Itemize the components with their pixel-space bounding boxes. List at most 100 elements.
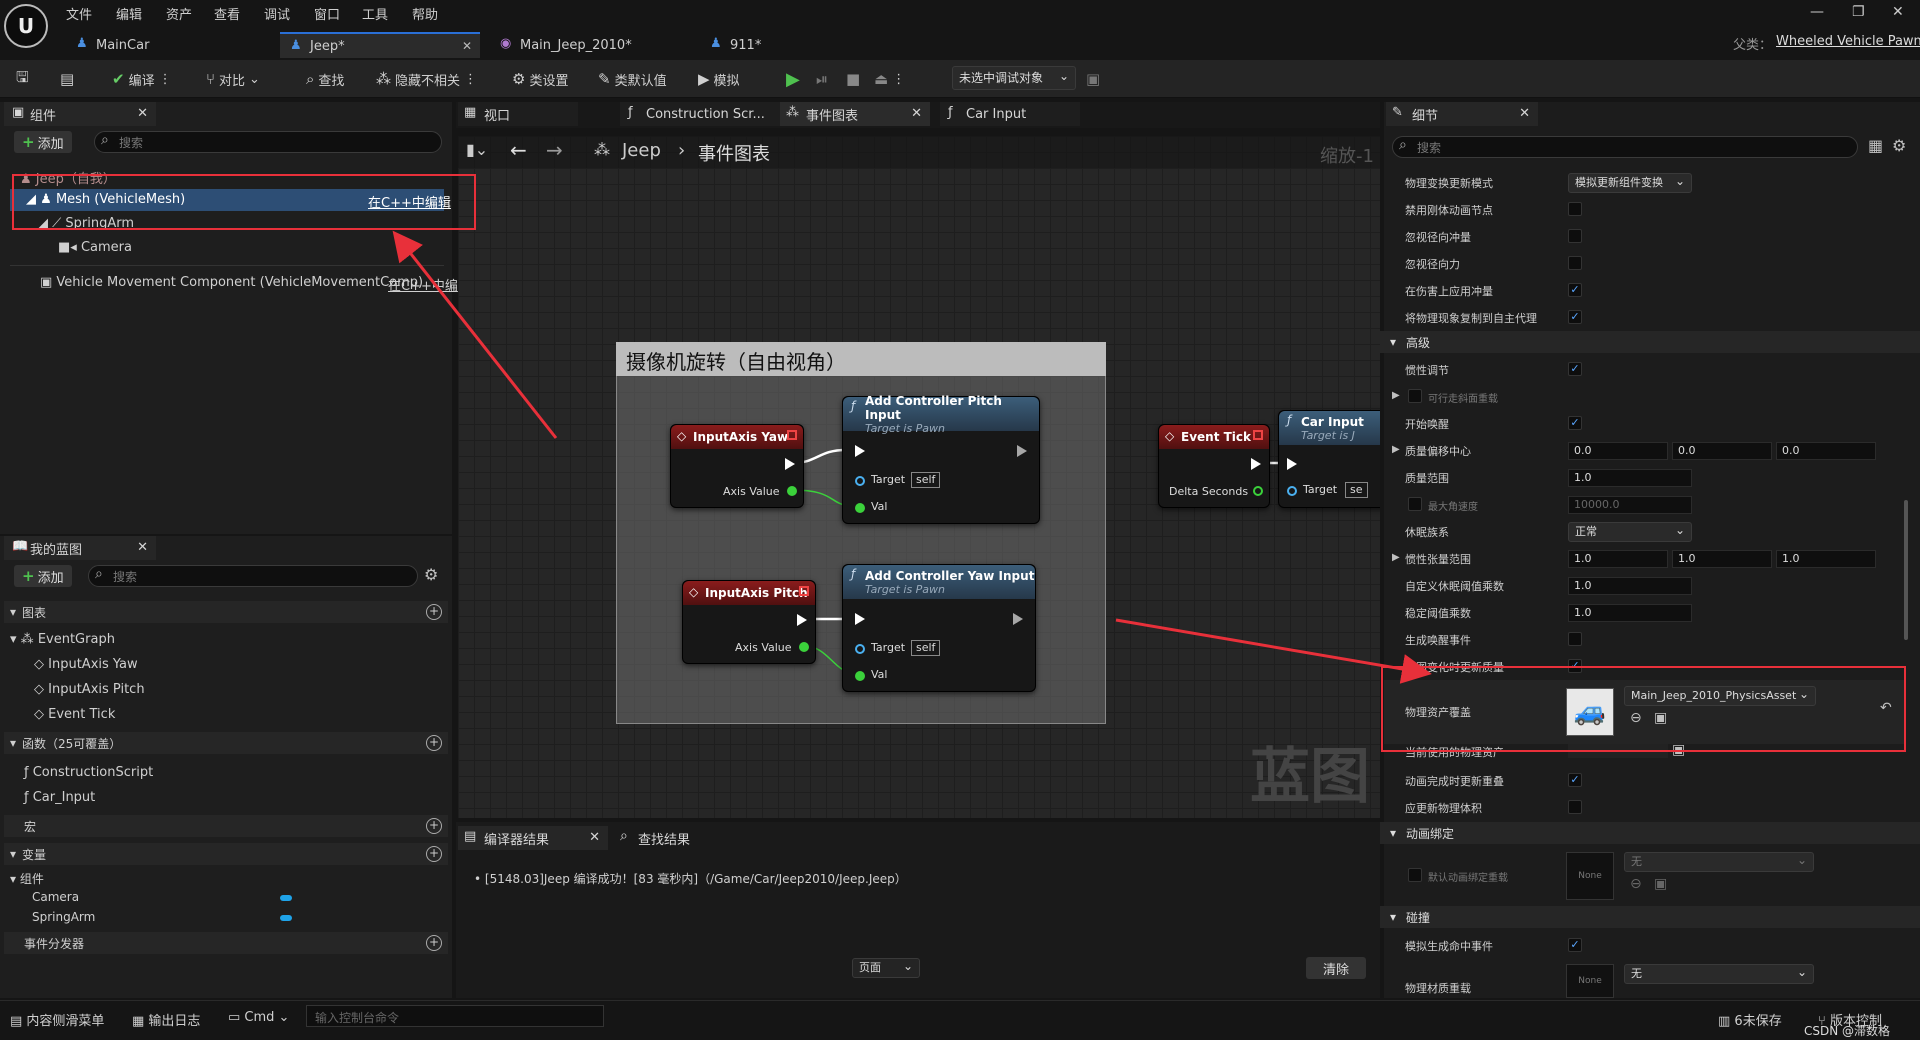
variables-components-group[interactable]: ▾ 组件 xyxy=(10,870,44,887)
property-checkbox[interactable]: ✓ xyxy=(1568,310,1582,324)
mass-scale-field[interactable]: 1.0 xyxy=(1568,469,1692,487)
tab-maincar[interactable]: ♟ MainCar xyxy=(66,32,276,58)
console-input[interactable]: 输入控制台命令 xyxy=(306,1005,604,1027)
max-ang-vel-field[interactable]: 10000.0 xyxy=(1568,496,1692,514)
exec-out-pin[interactable] xyxy=(1251,458,1261,470)
tab-construction-script[interactable]: ƒ Construction Scr... xyxy=(620,102,780,126)
event-item[interactable]: ◇ InputAxis Pitch xyxy=(34,682,145,697)
menu-item[interactable]: 帮助 xyxy=(412,4,438,23)
details-search-input[interactable]: 搜索 xyxy=(1392,136,1858,158)
menu-item[interactable]: 编辑 xyxy=(116,4,142,23)
tab-jeep[interactable]: ♟ Jeep* ✕ xyxy=(280,32,480,58)
variable-item[interactable]: Camera xyxy=(32,890,79,904)
float-out-pin[interactable] xyxy=(787,486,797,496)
delegate-pin-icon[interactable] xyxy=(787,430,797,440)
add-component-button[interactable]: + 添加 xyxy=(14,131,72,153)
menu-item[interactable]: 文件 xyxy=(66,4,92,23)
save-button[interactable]: 🖫 xyxy=(16,68,29,90)
close-tab-icon[interactable]: ✕ xyxy=(137,540,148,555)
exec-out-pin[interactable] xyxy=(797,614,807,626)
use-selected-icon[interactable]: ⊖ xyxy=(1630,876,1642,892)
play-button[interactable]: ▶ xyxy=(786,68,800,90)
components-search-input[interactable]: 搜索 xyxy=(94,131,442,153)
node-inputaxis-pitch[interactable]: InputAxis Pitch ◇ Axis Value xyxy=(682,580,816,664)
expand-arrow-icon[interactable]: ▶ xyxy=(1392,390,1400,401)
exec-in-pin[interactable] xyxy=(1287,458,1297,470)
event-graph-item[interactable]: ▾ ⁂ EventGraph xyxy=(10,632,115,647)
components-tab[interactable]: ▣ 组件 ✕ xyxy=(4,102,156,126)
delegate-pin-icon[interactable] xyxy=(799,586,809,596)
tab-viewport[interactable]: ▦ 视口 xyxy=(458,102,578,126)
eject-button[interactable]: ⏏ ⋮ xyxy=(874,68,905,90)
add-macro-icon[interactable]: + xyxy=(426,818,442,834)
output-log-button[interactable]: ▦ 输出日志 xyxy=(132,1010,200,1029)
inertia-y-field[interactable]: 1.0 xyxy=(1672,550,1772,568)
function-item[interactable]: ƒ ConstructionScript xyxy=(24,765,153,780)
property-checkbox[interactable] xyxy=(1568,202,1582,216)
menu-item[interactable]: 窗口 xyxy=(314,4,340,23)
edit-in-cpp-link-2[interactable]: 在C++中编 xyxy=(388,275,458,294)
dispatchers-section[interactable]: 事件分发器 xyxy=(4,932,448,954)
object-in-pin[interactable] xyxy=(1287,486,1297,496)
close-tab-icon[interactable]: ✕ xyxy=(1519,106,1530,121)
inertia-cond-checkbox[interactable]: ✓ xyxy=(1568,362,1582,376)
self-pin-value[interactable]: se xyxy=(1345,482,1368,498)
exec-out-pin[interactable] xyxy=(785,458,795,470)
content-drawer-button[interactable]: ▤ 内容侧滑菜单 xyxy=(10,1010,104,1029)
menu-item[interactable]: 调试 xyxy=(264,4,290,23)
add-variable-icon[interactable]: + xyxy=(426,846,442,862)
details-tab[interactable]: ✎ 细节 ✕ xyxy=(1386,102,1538,126)
node-car-input[interactable]: Car Input Target is J ƒ Target se xyxy=(1278,410,1380,508)
exec-out-pin[interactable] xyxy=(1013,613,1023,625)
add-member-button[interactable]: + 添加 xyxy=(14,565,72,587)
macros-section[interactable]: 宏 xyxy=(4,815,448,837)
start-awake-checkbox[interactable]: ✓ xyxy=(1568,416,1582,430)
event-item[interactable]: ◇ InputAxis Yaw xyxy=(34,657,138,672)
my-blueprint-search-input[interactable]: 搜索 xyxy=(88,565,418,587)
self-pin-value[interactable]: self xyxy=(911,472,941,488)
inertia-z-field[interactable]: 1.0 xyxy=(1776,550,1876,568)
component-vehicle-movement[interactable]: ▣ Vehicle Movement Component (VehicleMov… xyxy=(40,275,423,290)
node-inputaxis-yaw[interactable]: InputAxis Yaw ◇ Axis Value xyxy=(670,424,804,508)
unsaved-button[interactable]: ▥ 6未保存 xyxy=(1718,1010,1782,1029)
tab-car-input[interactable]: ƒ Car Input xyxy=(940,102,1080,126)
com-y-field[interactable]: 0.0 xyxy=(1672,442,1772,460)
stab-mult-field[interactable]: 1.0 xyxy=(1568,604,1692,622)
node-add-controller-pitch[interactable]: Add Controller Pitch Input Target is Pawn… xyxy=(842,394,1040,524)
details-scrollbar[interactable] xyxy=(1904,500,1908,640)
exec-in-pin[interactable] xyxy=(855,613,865,625)
phys-mat-thumbnail[interactable]: None xyxy=(1566,964,1614,998)
com-z-field[interactable]: 0.0 xyxy=(1776,442,1876,460)
simulate-button[interactable]: ▶ 模拟 xyxy=(698,68,740,90)
gear-icon[interactable]: ⚙ xyxy=(424,565,438,584)
object-in-pin[interactable] xyxy=(855,476,865,486)
property-checkbox[interactable] xyxy=(1568,229,1582,243)
graphs-section[interactable]: ▾ 图表 xyxy=(4,601,448,623)
add-function-icon[interactable]: + xyxy=(426,735,442,751)
event-item[interactable]: ◇ Event Tick xyxy=(34,707,115,722)
more-icon[interactable]: ⋮ xyxy=(892,72,905,87)
physics-transform-dropdown[interactable]: 模拟更新组件变换 xyxy=(1568,172,1692,193)
collision-section[interactable]: ▾ 碰撞 xyxy=(1380,906,1920,928)
compile-button[interactable]: ✔ 编译 ⋮ xyxy=(112,68,172,90)
close-window-icon[interactable]: ✕ xyxy=(1892,4,1904,20)
walkable-checkbox[interactable] xyxy=(1408,389,1422,403)
anim-update-checkbox[interactable]: ✓ xyxy=(1568,773,1582,787)
property-checkbox[interactable]: ✓ xyxy=(1568,283,1582,297)
tab-911[interactable]: ♟ 911* xyxy=(700,32,850,58)
close-tab-icon[interactable]: ✕ xyxy=(589,830,600,845)
com-x-field[interactable]: 0.0 xyxy=(1568,442,1668,460)
anim-binding-section[interactable]: ▾ 动画绑定 xyxy=(1380,822,1920,844)
gen-wake-checkbox[interactable] xyxy=(1568,632,1582,646)
tab-event-graph[interactable]: ⁂ 事件图表 ✕ xyxy=(780,102,930,126)
expand-arrow-icon[interactable]: ▶ xyxy=(1392,552,1400,563)
close-tab-icon[interactable]: ✕ xyxy=(462,39,472,53)
function-item[interactable]: ƒ Car_Input xyxy=(24,790,95,805)
close-tab-icon[interactable]: ✕ xyxy=(137,106,148,121)
unreal-logo-icon[interactable]: U xyxy=(4,4,48,48)
tab-compiler-results[interactable]: ▤ 编译器结果 ✕ xyxy=(458,826,608,850)
restore-icon[interactable]: ❐ xyxy=(1852,4,1865,20)
page-dropdown[interactable]: 页面 xyxy=(852,957,920,978)
anim-binding-dropdown[interactable]: 无 xyxy=(1624,851,1814,872)
more-icon[interactable]: ⋮ xyxy=(464,72,477,87)
